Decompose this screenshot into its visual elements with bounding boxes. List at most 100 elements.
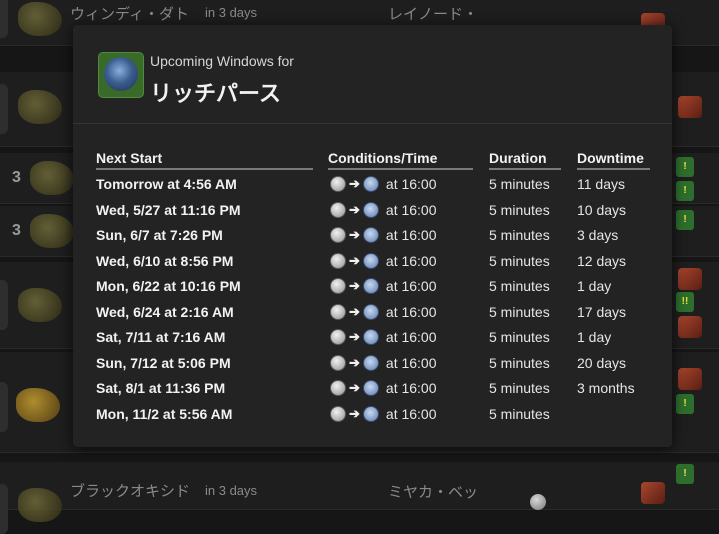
condition-time: at 16:00 xyxy=(385,201,437,218)
fish-time: in 3 days xyxy=(205,483,258,498)
catch-count: 3 xyxy=(12,222,21,239)
column-header-downtime: Downtime xyxy=(577,150,650,170)
duration-value: 5 minutes xyxy=(489,252,550,269)
clouds-weather-icon xyxy=(330,405,346,422)
list-item[interactable]: ブラックオキシド in 3 days ミヤカ・ベッ ! xyxy=(0,462,719,534)
duration-value: 5 minutes xyxy=(489,405,550,422)
arrow-right-icon: ➔ xyxy=(349,227,360,242)
column-header-duration: Duration xyxy=(489,150,561,170)
window-row: Mon, 11/2 at 5:56 AM ➔ at 16:00 5 minutes xyxy=(73,405,672,431)
clouds-weather-icon xyxy=(530,494,546,510)
window-row: Sun, 6/7 at 7:26 PM ➔ at 16:00 5 minutes 3 d… xyxy=(73,227,672,252)
window-row: Sat, 7/11 at 7:16 AM ➔ at 16:00 5 minutes 1 … xyxy=(73,329,672,354)
conditions-cell: ➔ at 16:00 xyxy=(330,176,437,192)
condition-time: at 16:00 xyxy=(385,329,437,345)
row-thumb xyxy=(0,280,8,330)
downtime-value: 10 days xyxy=(577,201,627,218)
fog-weather-icon xyxy=(362,303,379,320)
arrow-right-icon: ➔ xyxy=(349,278,360,293)
next-start-value: Sat, 7/11 at 7:16 AM xyxy=(96,329,226,345)
fog-weather-icon xyxy=(362,329,379,345)
downtime-value: 17 days xyxy=(577,303,627,320)
fog-weather-icon xyxy=(362,252,379,269)
fog-weather-icon xyxy=(362,227,379,243)
conditions-cell: ➔ at 16:00 xyxy=(330,354,437,371)
hook-badge-icon: !! xyxy=(676,292,694,312)
hook-badge-icon: ! xyxy=(676,464,694,484)
fog-weather-icon xyxy=(362,278,379,294)
bait-icon xyxy=(678,96,702,118)
conditions-cell: ➔ at 16:00 xyxy=(330,303,437,320)
fish-icon xyxy=(30,161,74,195)
fish-icon xyxy=(16,388,60,422)
fish-globe-icon xyxy=(98,52,144,98)
fish-icon xyxy=(18,488,62,522)
modal-header: Upcoming Windows for リッチパース xyxy=(73,25,672,124)
next-start-value: Wed, 5/27 at 11:16 PM xyxy=(96,201,241,218)
fish-icon xyxy=(18,288,62,322)
clouds-weather-icon xyxy=(330,252,346,269)
arrow-right-icon: ➔ xyxy=(349,380,360,395)
downtime-value: 3 months xyxy=(577,380,635,396)
window-row: Tomorrow at 4:56 AM ➔ at 16:00 5 minutes 11 … xyxy=(73,176,672,201)
clouds-weather-icon xyxy=(330,176,346,192)
upcoming-windows-modal: Upcoming Windows for リッチパース Next Start C… xyxy=(73,25,672,447)
downtime-value: 20 days xyxy=(577,354,627,371)
arrow-right-icon: ➔ xyxy=(349,354,360,370)
downtime-value: 1 day xyxy=(577,278,612,294)
conditions-cell: ➔ at 16:00 xyxy=(330,380,437,396)
conditions-cell: ➔ at 16:00 xyxy=(330,201,437,218)
fish-time: in 3 days xyxy=(205,5,258,20)
condition-time: at 16:00 xyxy=(385,278,437,294)
window-row: Sat, 8/1 at 11:36 PM ➔ at 16:00 5 minutes 3 … xyxy=(73,380,672,405)
duration-value: 5 minutes xyxy=(489,329,550,345)
hook-badge-icon: ! xyxy=(676,394,694,414)
fog-weather-icon xyxy=(362,354,379,371)
clouds-weather-icon xyxy=(330,303,346,320)
next-start-value: Tomorrow at 4:56 AM xyxy=(96,176,237,192)
fog-weather-icon xyxy=(362,201,379,218)
downtime-value: 3 days xyxy=(577,227,619,243)
arrow-right-icon: ➔ xyxy=(349,176,360,191)
duration-value: 5 minutes xyxy=(489,354,550,371)
condition-time: at 16:00 xyxy=(385,303,437,320)
duration-value: 5 minutes xyxy=(489,176,550,192)
arrow-right-icon: ➔ xyxy=(349,252,360,268)
clouds-weather-icon xyxy=(330,354,346,371)
row-thumb xyxy=(0,0,8,38)
modal-title: リッチパース xyxy=(150,81,281,106)
window-row: Wed, 5/27 at 11:16 PM ➔ at 16:00 5 minutes 1… xyxy=(73,201,672,227)
next-start-value: Mon, 11/2 at 5:56 AM xyxy=(96,405,233,422)
bait-icon xyxy=(641,482,665,504)
hook-badge-icon: ! xyxy=(676,157,694,177)
fog-weather-icon xyxy=(362,176,379,192)
clouds-weather-icon xyxy=(330,227,346,243)
arrow-right-icon: ➔ xyxy=(349,329,360,344)
bait-icon xyxy=(678,268,702,290)
duration-value: 5 minutes xyxy=(489,278,550,294)
next-start-value: Sat, 8/1 at 11:36 PM xyxy=(96,380,226,396)
next-start-value: Mon, 6/22 at 10:16 PM xyxy=(96,278,241,294)
duration-value: 5 minutes xyxy=(489,380,550,396)
conditions-cell: ➔ at 16:00 xyxy=(330,329,437,345)
row-thumb xyxy=(0,484,8,534)
hook-badge-icon: ! xyxy=(676,210,694,230)
column-header-conditions: Conditions/Time xyxy=(328,150,473,170)
condition-time: at 16:00 xyxy=(385,380,437,396)
fish-location: レイノード・ xyxy=(388,6,479,23)
downtime-value: 1 day xyxy=(577,329,612,345)
row-thumb xyxy=(0,84,8,134)
fish-icon xyxy=(18,2,62,36)
next-start-value: Sun, 7/12 at 5:06 PM xyxy=(96,354,231,371)
condition-time: at 16:00 xyxy=(385,176,437,192)
duration-value: 5 minutes xyxy=(489,227,550,243)
clouds-weather-icon xyxy=(330,380,346,396)
window-row: Sun, 7/12 at 5:06 PM ➔ at 16:00 5 minutes 20… xyxy=(73,354,672,380)
condition-time: at 16:00 xyxy=(385,405,437,422)
conditions-cell: ➔ at 16:00 xyxy=(330,252,437,269)
clouds-weather-icon xyxy=(330,201,346,218)
fog-weather-icon xyxy=(362,380,379,396)
fish-icon xyxy=(30,214,74,248)
duration-value: 5 minutes xyxy=(489,303,550,320)
modal-subtitle: Upcoming Windows for xyxy=(150,53,294,69)
